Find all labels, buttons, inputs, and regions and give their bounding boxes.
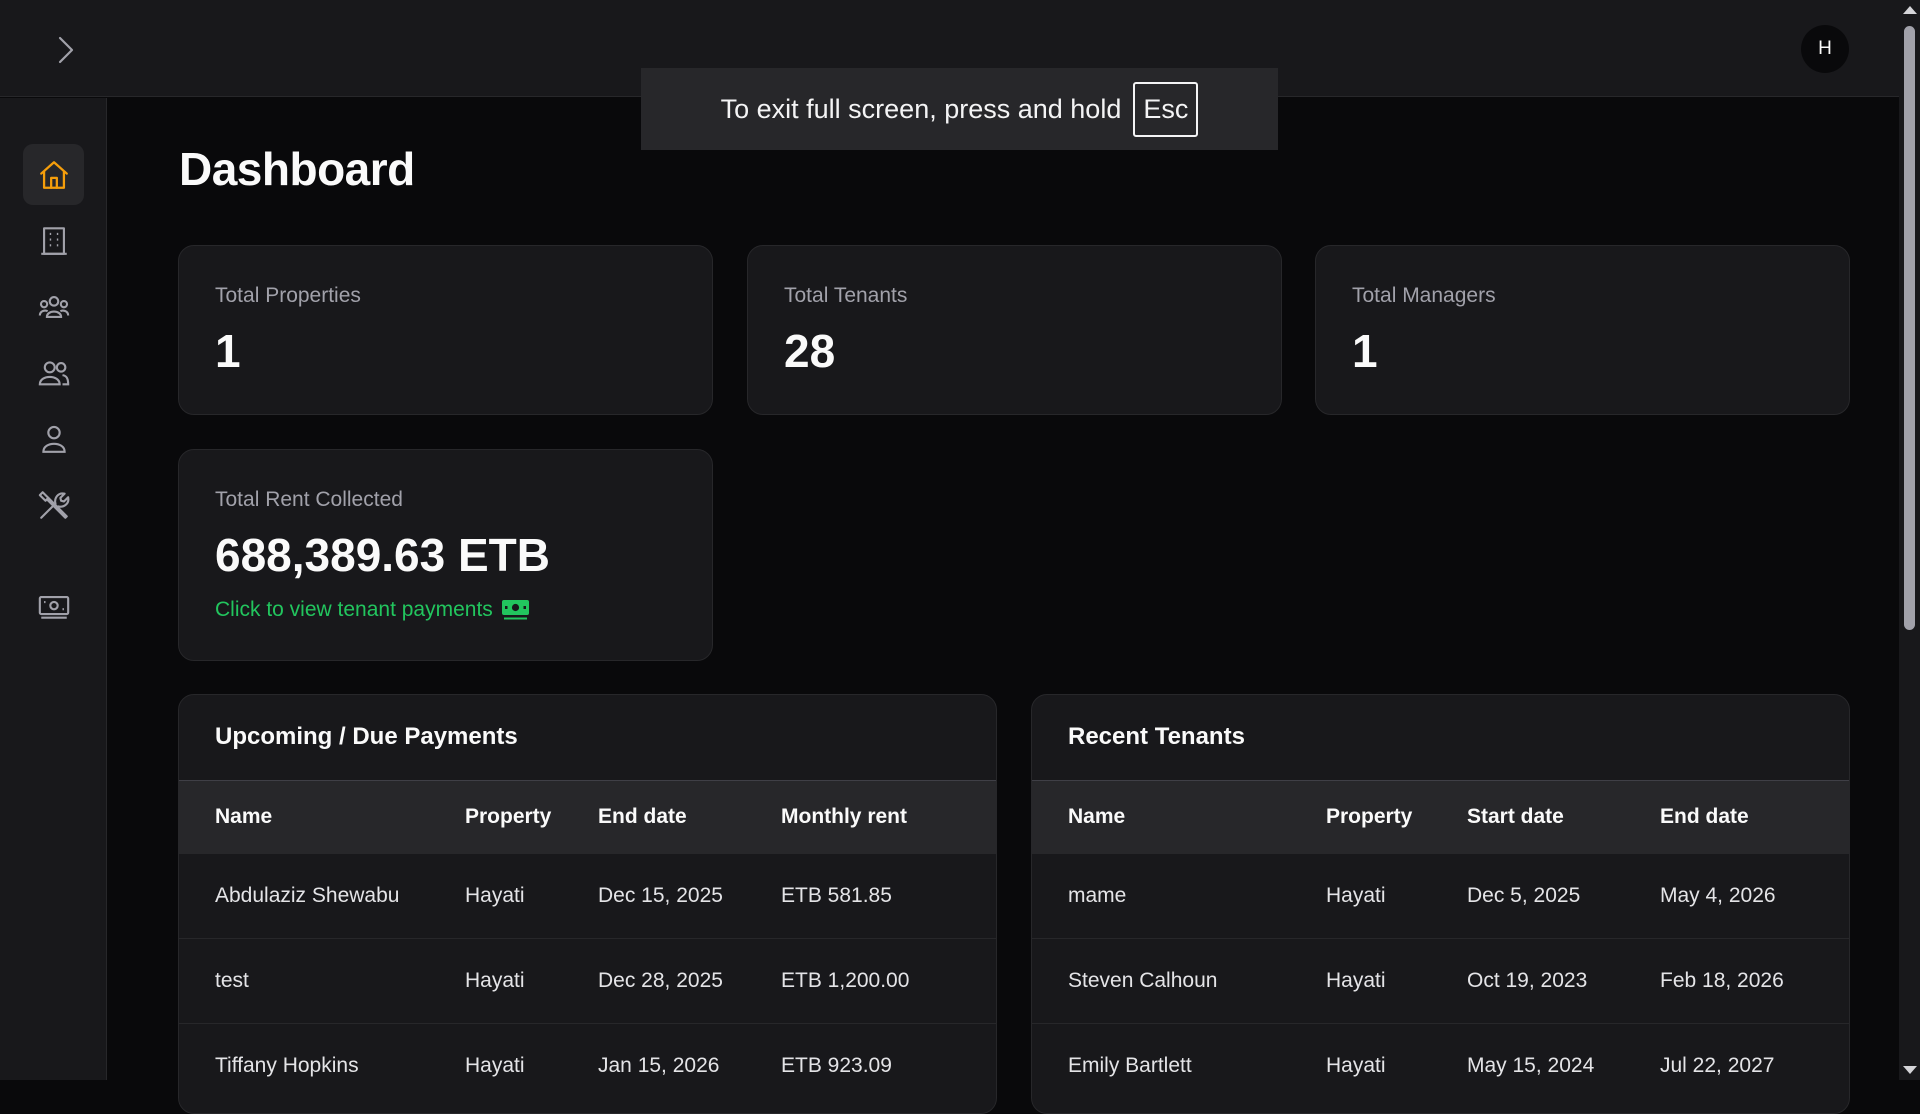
stat-value: 1 xyxy=(215,325,241,377)
building-icon xyxy=(40,226,67,255)
users-icon xyxy=(38,360,69,385)
vertical-scrollbar[interactable] xyxy=(1899,0,1920,1080)
sidebar-item-users[interactable] xyxy=(23,408,84,469)
table-cell: Abdulaziz Shewabu xyxy=(179,853,465,939)
scroll-up-arrow-icon[interactable] xyxy=(1903,6,1917,14)
page-title: Dashboard xyxy=(179,143,415,195)
table-cell: Dec 28, 2025 xyxy=(598,938,781,1024)
table-cell: Hayati xyxy=(465,938,598,1024)
total-properties-card: Total Properties 1 xyxy=(178,245,713,415)
column-header[interactable]: Property xyxy=(1326,780,1467,854)
scrollbar-thumb[interactable] xyxy=(1904,26,1915,630)
view-tenant-payments-link[interactable]: Click to view tenant payments xyxy=(215,598,530,622)
users-group-icon xyxy=(38,295,69,318)
panel-title: Upcoming / Due Payments xyxy=(215,723,518,750)
table-cell: Jul 22, 2027 xyxy=(1660,1023,1849,1109)
column-header[interactable]: Property xyxy=(465,780,598,854)
table-row[interactable]: mame Hayati Dec 5, 2025 May 4, 2026 xyxy=(1032,853,1849,939)
user-icon xyxy=(41,425,66,453)
chevron-right-icon xyxy=(58,36,74,64)
view-payments-label: Click to view tenant payments xyxy=(215,598,493,621)
table-cell: Emily Bartlett xyxy=(1032,1023,1326,1109)
table-row[interactable]: Tiffany Hopkins Hayati Jan 15, 2026 ETB … xyxy=(179,1023,996,1109)
table-cell: ETB 1,200.00 xyxy=(781,938,996,1024)
column-header[interactable]: Name xyxy=(1032,780,1326,854)
sidebar-item-managers[interactable] xyxy=(23,342,84,403)
esc-key-hint: Esc xyxy=(1133,81,1199,137)
table-cell: Hayati xyxy=(465,1023,598,1109)
table-cell: Hayati xyxy=(1326,1023,1467,1109)
table-header-row: Name Property End date Monthly rent xyxy=(179,780,996,854)
column-header[interactable]: Start date xyxy=(1467,780,1660,854)
table-cell: May 15, 2024 xyxy=(1467,1023,1660,1109)
panel-title: Recent Tenants xyxy=(1068,723,1245,750)
column-header[interactable]: End date xyxy=(598,780,781,854)
table-cell: Tiffany Hopkins xyxy=(179,1023,465,1109)
stat-value: 28 xyxy=(784,325,836,377)
table-cell: Hayati xyxy=(465,853,598,939)
table-cell: mame xyxy=(1032,853,1326,939)
sidebar-item-maintenance[interactable] xyxy=(23,474,84,535)
recent-tenants-table: Name Property Start date End date mame H… xyxy=(1032,780,1849,1109)
cash-icon xyxy=(501,600,529,620)
sidebar-item-payments[interactable] xyxy=(23,576,84,637)
sidebar xyxy=(0,98,107,1080)
sidebar-item-tenants[interactable] xyxy=(23,276,84,337)
table-row[interactable]: Abdulaziz Shewabu Hayati Dec 15, 2025 ET… xyxy=(179,853,996,939)
stat-value: 688,389.63 ETB xyxy=(215,529,551,581)
table-row[interactable]: Emily Bartlett Hayati May 15, 2024 Jul 2… xyxy=(1032,1023,1849,1109)
sidebar-item-home[interactable] xyxy=(23,144,84,205)
table-cell: Oct 19, 2023 xyxy=(1467,938,1660,1024)
table-cell: Dec 5, 2025 xyxy=(1467,853,1660,939)
total-tenants-card: Total Tenants 28 xyxy=(747,245,1282,415)
table-header-row: Name Property Start date End date xyxy=(1032,780,1849,854)
column-header[interactable]: Monthly rent xyxy=(781,780,996,854)
stat-label: Total Tenants xyxy=(784,284,908,307)
recent-tenants-panel: Recent Tenants Name Property Start date … xyxy=(1031,694,1850,1114)
table-row[interactable]: Steven Calhoun Hayati Oct 19, 2023 Feb 1… xyxy=(1032,938,1849,1024)
expand-sidebar-button[interactable] xyxy=(46,30,86,70)
sidebar-item-properties[interactable] xyxy=(23,210,84,271)
table-cell: Hayati xyxy=(1326,853,1467,939)
table-cell: Steven Calhoun xyxy=(1032,938,1326,1024)
table-cell: Jan 15, 2026 xyxy=(598,1023,781,1109)
stat-label: Total Managers xyxy=(1352,284,1496,307)
table-cell: May 4, 2026 xyxy=(1660,853,1849,939)
toast-message: To exit full screen, press and hold xyxy=(720,93,1122,124)
fullscreen-exit-toast: To exit full screen, press and hold Esc xyxy=(641,68,1278,150)
home-icon xyxy=(39,160,68,189)
column-header[interactable]: Name xyxy=(179,780,465,854)
stat-value: 1 xyxy=(1352,325,1378,377)
cash-icon xyxy=(38,595,69,619)
user-avatar[interactable]: H xyxy=(1801,25,1849,73)
total-rent-card: Total Rent Collected 688,389.63 ETB Clic… xyxy=(178,449,713,661)
stat-label: Total Rent Collected xyxy=(215,488,403,511)
table-row[interactable]: test Hayati Dec 28, 2025 ETB 1,200.00 xyxy=(179,938,996,1024)
upcoming-payments-table: Name Property End date Monthly rent Abdu… xyxy=(179,780,996,1109)
table-cell: Hayati xyxy=(1326,938,1467,1024)
table-cell: Feb 18, 2026 xyxy=(1660,938,1849,1024)
stat-label: Total Properties xyxy=(215,284,361,307)
scroll-down-arrow-icon[interactable] xyxy=(1903,1066,1917,1074)
tools-icon xyxy=(38,490,69,519)
table-cell: test xyxy=(179,938,465,1024)
table-cell: ETB 923.09 xyxy=(781,1023,996,1109)
column-header[interactable]: End date xyxy=(1660,780,1849,854)
total-managers-card: Total Managers 1 xyxy=(1315,245,1850,415)
table-cell: Dec 15, 2025 xyxy=(598,853,781,939)
table-cell: ETB 581.85 xyxy=(781,853,996,939)
upcoming-payments-panel: Upcoming / Due Payments Name Property En… xyxy=(178,694,997,1114)
